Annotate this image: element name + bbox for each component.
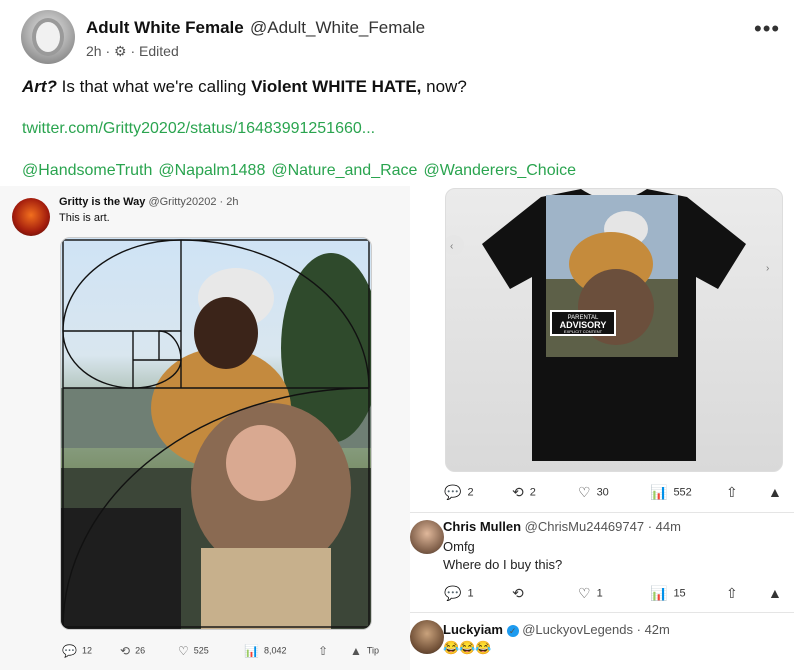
reply-name[interactable]: Chris Mullen bbox=[443, 519, 521, 534]
shirt-reply-action[interactable]: 💬 2 bbox=[444, 484, 474, 501]
globe-icon: ⚙ bbox=[114, 43, 127, 59]
tshirt-illustration: PARENTAL ADVISORY EXPLICIT CONTENT ‹ › bbox=[446, 189, 769, 461]
retweet-icon: ⟲ bbox=[512, 484, 524, 500]
views-count: 15 bbox=[673, 587, 686, 600]
gritty-header: Gritty is the Way @Gritty20202 · 2h bbox=[59, 196, 239, 208]
reply1-like-action[interactable]: ♡ 1 bbox=[578, 585, 603, 602]
reply-avatar[interactable] bbox=[410, 520, 444, 554]
reply1-retweet-action[interactable]: ⟲ bbox=[512, 585, 530, 602]
reply-divider bbox=[410, 512, 794, 513]
gritty-text: This is art. bbox=[59, 212, 110, 224]
reply1-reply-action[interactable]: 💬 1 bbox=[444, 585, 474, 602]
mention-link[interactable]: @Nature_and_Race bbox=[271, 162, 417, 179]
gritty-tip-action[interactable]: ▲ Tip bbox=[350, 644, 379, 658]
reply-handle[interactable]: @ChrisMu24469747 bbox=[525, 519, 644, 534]
views-count: 8,042 bbox=[263, 645, 287, 656]
retweet-count: 2 bbox=[529, 486, 536, 499]
reply-handle[interactable]: @LuckyovLegends bbox=[522, 622, 633, 637]
reply-count: 12 bbox=[81, 645, 92, 656]
prev-image-chevron-icon[interactable]: ‹ bbox=[450, 241, 453, 252]
edited-label[interactable]: Edited bbox=[139, 43, 179, 59]
post-text: Art? Is that what we're calling Violent … bbox=[22, 77, 467, 97]
advisory-line3: EXPLICIT CONTENT bbox=[564, 329, 603, 334]
reply-line1: 😂😂😂 bbox=[443, 640, 492, 655]
mentions-line: @HandsomeTruth @Napalm1488 @Nature_and_Rac… bbox=[22, 162, 582, 180]
shirt-share-action[interactable]: ⇧ bbox=[726, 484, 744, 501]
author-avatar[interactable] bbox=[21, 10, 75, 64]
like-icon: ♡ bbox=[578, 484, 591, 500]
retweet-icon: ⟲ bbox=[120, 644, 131, 658]
reply-name[interactable]: Luckyiam bbox=[443, 622, 503, 637]
gritty-views-action[interactable]: 📊 8,042 bbox=[244, 644, 286, 658]
post-link[interactable]: twitter.com/Gritty20202/status/164839912… bbox=[22, 120, 375, 138]
shirt-like-action[interactable]: ♡ 30 bbox=[578, 484, 609, 501]
text-art: Art? bbox=[22, 77, 57, 96]
shirt-photo: PARENTAL ADVISORY EXPLICIT CONTENT ‹ › bbox=[445, 188, 783, 472]
mention-link[interactable]: @HandsomeTruth bbox=[22, 162, 152, 179]
mention-link[interactable]: @Wanderers_Choice bbox=[423, 162, 576, 179]
gritty-name: Gritty is the Way bbox=[59, 196, 146, 208]
share-icon: ⇧ bbox=[318, 644, 329, 658]
reply-icon: 💬 bbox=[444, 484, 462, 500]
shirt-views-action[interactable]: 📊 552 bbox=[650, 484, 692, 501]
share-icon: ⇧ bbox=[726, 585, 738, 601]
text-mid: Is that what we're calling bbox=[56, 77, 252, 96]
share-icon: ⇧ bbox=[726, 484, 738, 500]
photo-illustration bbox=[61, 239, 371, 629]
retweet-count: 26 bbox=[135, 645, 146, 656]
post-time[interactable]: 2h bbox=[86, 43, 102, 59]
views-icon: 📊 bbox=[650, 484, 668, 500]
reply-line1: Omfg bbox=[443, 539, 475, 554]
reply-icon: 💬 bbox=[444, 585, 462, 601]
gritty-reply-action[interactable]: 💬 12 bbox=[62, 644, 92, 658]
verified-badge-icon: ✓ bbox=[506, 624, 519, 637]
mention-link[interactable]: @Napalm1488 bbox=[158, 162, 265, 179]
reply-time: · 44m bbox=[647, 519, 681, 534]
author-handle[interactable]: @Adult_White_Female bbox=[250, 18, 425, 38]
views-icon: 📊 bbox=[244, 644, 259, 658]
reply-time: · 42m bbox=[636, 622, 670, 637]
views-count: 552 bbox=[673, 486, 692, 499]
text-bold: Violent WHITE HATE, bbox=[251, 77, 422, 96]
reply1-tip-action[interactable]: ▲ bbox=[768, 585, 788, 601]
author-name[interactable]: Adult White Female bbox=[86, 18, 244, 38]
gritty-share-action[interactable]: ⇧ bbox=[318, 644, 333, 658]
more-options-icon[interactable]: ••• bbox=[754, 16, 780, 42]
text-end: now? bbox=[421, 77, 467, 96]
reply-count: 2 bbox=[467, 486, 474, 499]
gritty-time: · 2h bbox=[219, 196, 239, 208]
retweet-icon: ⟲ bbox=[512, 585, 524, 601]
like-icon: ♡ bbox=[178, 644, 189, 658]
tip-icon: ▲ bbox=[768, 484, 782, 500]
like-count: 525 bbox=[193, 645, 209, 656]
post-meta: 2h · ⚙ · Edited bbox=[86, 43, 179, 59]
tip-label: Tip bbox=[366, 645, 380, 656]
like-count: 30 bbox=[596, 486, 609, 499]
shirt-retweet-action[interactable]: ⟲ 2 bbox=[512, 484, 536, 501]
gritty-retweet-action[interactable]: ⟲ 26 bbox=[120, 644, 145, 658]
reply-line2: Where do I buy this? bbox=[443, 557, 563, 572]
reply1-views-action[interactable]: 📊 15 bbox=[650, 585, 686, 602]
reply-icon: 💬 bbox=[62, 644, 77, 658]
gritty-handle: @Gritty20202 bbox=[148, 196, 217, 208]
gritty-like-action[interactable]: ♡ 525 bbox=[178, 644, 209, 658]
reply-avatar[interactable] bbox=[410, 620, 444, 654]
shirt-tip-action[interactable]: ▲ bbox=[768, 484, 788, 500]
like-count: 1 bbox=[596, 587, 603, 600]
tip-icon: ▲ bbox=[350, 644, 362, 658]
reply1-share-action[interactable]: ⇧ bbox=[726, 585, 744, 602]
views-icon: 📊 bbox=[650, 585, 668, 601]
reply-divider bbox=[410, 612, 794, 613]
tip-icon: ▲ bbox=[768, 585, 782, 601]
reply-header: Luckyiam ✓ @LuckyovLegends · 42m bbox=[443, 622, 670, 637]
gritty-avatar bbox=[12, 198, 50, 236]
fight-photo bbox=[60, 237, 372, 630]
like-icon: ♡ bbox=[578, 585, 591, 601]
reply-header: Chris Mullen @ChrisMu24469747 · 44m bbox=[443, 519, 681, 534]
next-image-chevron-icon[interactable]: › bbox=[766, 263, 769, 274]
reply-count: 1 bbox=[467, 587, 474, 600]
